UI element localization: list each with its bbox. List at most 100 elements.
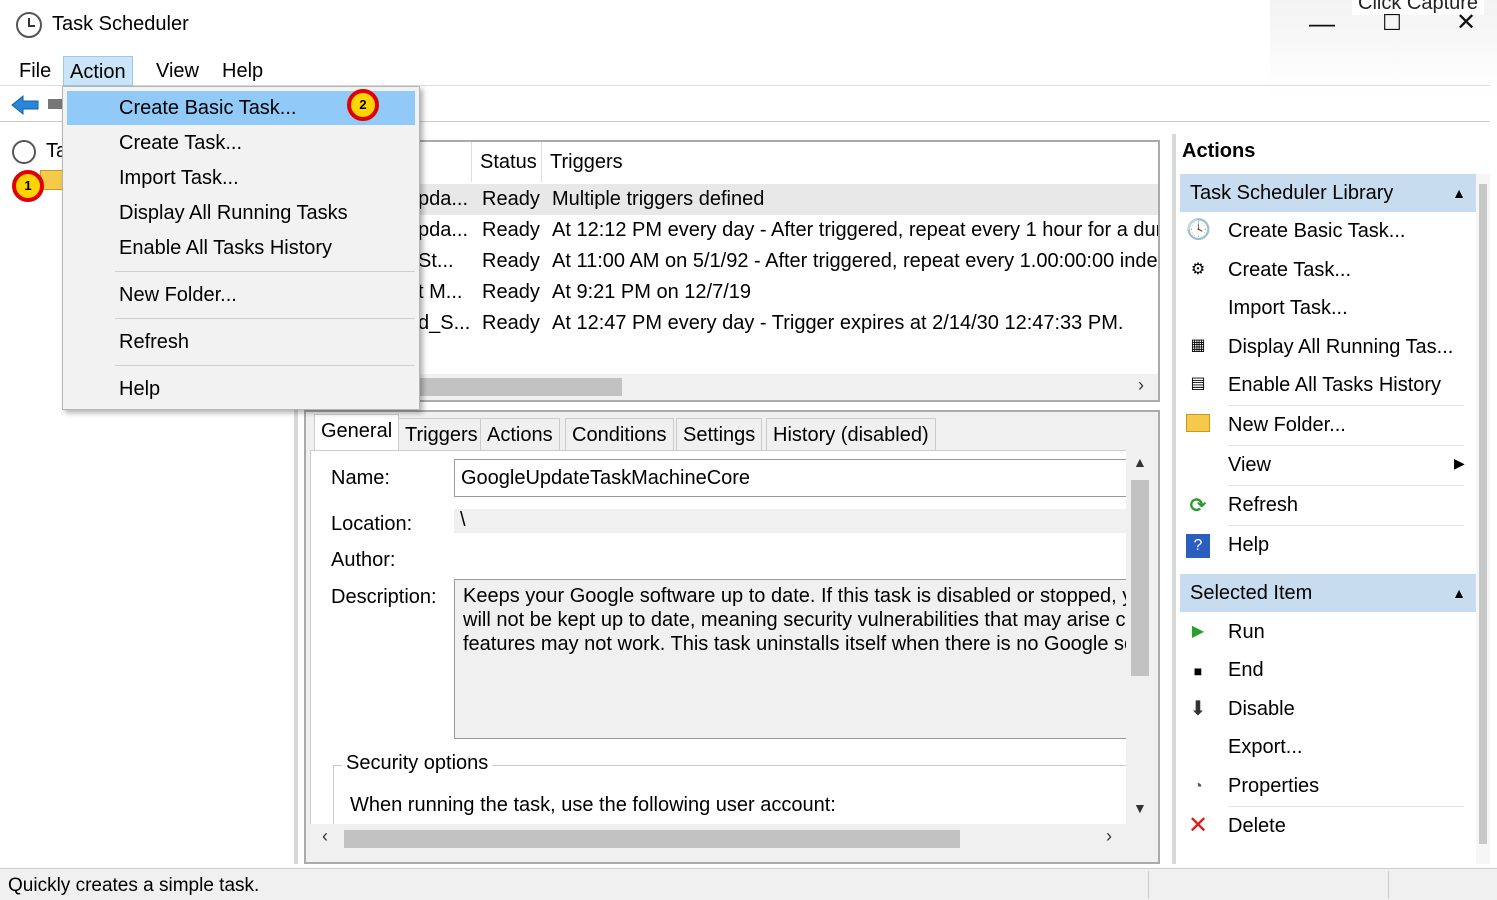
description-field[interactable]: Keeps your Google software up to date. I… [454, 579, 1130, 739]
table-row[interactable]: d_S... Ready At 12:47 PM every day - Tri… [306, 308, 1158, 339]
toolbar-icon[interactable] [48, 99, 62, 109]
task-name: pda... [418, 188, 469, 210]
actions-pane: Actions Task Scheduler Library ▲ 🕓 Creat… [1172, 134, 1490, 864]
scroll-right-icon[interactable]: › [1106, 826, 1112, 847]
scrollbar-thumb[interactable] [1131, 480, 1149, 676]
description-line: features may not work. This task uninsta… [463, 633, 1130, 655]
title-bar: Task Scheduler Click Capture — ☐ ✕ [0, 0, 1497, 110]
task-name: St... [418, 250, 454, 272]
minimize-button[interactable]: — [1304, 8, 1340, 38]
action-properties[interactable]: Properties [1228, 767, 1319, 805]
help-icon: ? [1186, 534, 1210, 558]
menu-separator [115, 365, 415, 366]
task-list: Status Triggers pda... Ready Multiple tr… [304, 140, 1160, 402]
table-row[interactable]: t M... Ready At 9:21 PM on 12/7/19 [306, 277, 1158, 308]
tab-triggers[interactable]: Triggers [398, 418, 485, 450]
task-scheduler-library-header[interactable]: Task Scheduler Library ▲ [1180, 174, 1476, 212]
status-text: Quickly creates a simple task. [8, 875, 260, 896]
running-tasks-icon: ▦ [1190, 337, 1206, 354]
scrollbar-thumb[interactable] [344, 830, 960, 848]
action-display-running-tasks[interactable]: Display All Running Tas... [1228, 328, 1453, 366]
action-new-folder[interactable]: New Folder... [1228, 406, 1346, 444]
run-icon: ▶ [1191, 623, 1205, 640]
menu-item-new-folder[interactable]: New Folder... [67, 278, 415, 312]
menu-item-create-task[interactable]: Create Task... [67, 126, 415, 160]
status-bar: Quickly creates a simple task. [0, 868, 1497, 900]
author-label: Author: [331, 549, 396, 571]
name-field[interactable]: GoogleUpdateTaskMachineCore [454, 459, 1130, 497]
table-row[interactable]: pda... Ready At 12:12 PM every day - Aft… [306, 215, 1158, 246]
action-create-task[interactable]: Create Task... [1228, 251, 1351, 289]
disable-icon: ⬇ [1189, 698, 1207, 720]
submenu-arrow-icon: ▶ [1454, 455, 1465, 471]
collapse-icon[interactable]: ▲ [1452, 574, 1466, 612]
task-trigger: Multiple triggers defined [552, 188, 765, 210]
action-create-basic-task[interactable]: Create Basic Task... [1228, 212, 1405, 250]
create-basic-task-icon: 🕓 [1186, 219, 1211, 241]
action-delete[interactable]: Delete [1228, 807, 1286, 845]
location-label: Location: [331, 513, 413, 535]
tab-general[interactable]: General [314, 414, 400, 452]
section-header-label: Task Scheduler Library [1190, 182, 1394, 204]
scroll-left-icon[interactable]: ‹ [322, 826, 328, 847]
window-title: Task Scheduler [52, 13, 189, 35]
maximize-button[interactable]: ☐ [1374, 8, 1410, 38]
action-disable[interactable]: Disable [1228, 690, 1295, 728]
tab-settings[interactable]: Settings [676, 418, 763, 450]
menu-item-help[interactable]: Help [67, 372, 415, 406]
action-import-task[interactable]: Import Task... [1228, 289, 1348, 327]
detail-vertical-scrollbar[interactable]: ▲ ▼ [1126, 450, 1154, 826]
detail-horizontal-scrollbar[interactable]: ‹ › [310, 824, 1128, 852]
action-view[interactable]: View [1228, 446, 1271, 484]
column-status-header[interactable]: Status [472, 142, 542, 182]
menu-bar: File Action View Help [0, 50, 1490, 86]
selected-item-header[interactable]: Selected Item ▲ [1180, 574, 1476, 612]
action-menu-dropdown: Create Basic Task... Create Task... Impo… [62, 86, 420, 410]
menu-view[interactable]: View [150, 56, 205, 86]
menu-action[interactable]: Action [63, 56, 133, 86]
clock-icon [16, 12, 42, 38]
action-end[interactable]: End [1228, 651, 1264, 689]
action-run[interactable]: Run [1228, 613, 1265, 651]
action-help[interactable]: Help [1228, 526, 1269, 564]
menu-file[interactable]: File [13, 56, 57, 86]
tab-conditions[interactable]: Conditions [565, 418, 674, 450]
task-trigger: At 9:21 PM on 12/7/19 [552, 281, 752, 303]
collapse-icon[interactable]: ▲ [1452, 174, 1466, 212]
description-label: Description: [331, 586, 437, 608]
scrollbar-thumb[interactable] [1479, 184, 1487, 844]
scroll-down-icon[interactable]: ▼ [1133, 800, 1147, 816]
action-export[interactable]: Export... [1228, 728, 1302, 766]
menu-item-import-task[interactable]: Import Task... [67, 161, 415, 195]
scroll-up-icon[interactable]: ▲ [1133, 454, 1147, 470]
column-triggers-header[interactable]: Triggers [542, 142, 1158, 182]
table-row[interactable]: pda... Ready Multiple triggers defined [306, 184, 1158, 215]
description-line: Keeps your Google software up to date. I… [463, 585, 1130, 607]
task-trigger: At 12:12 PM every day - After triggered,… [552, 219, 1160, 241]
task-status: Ready [482, 281, 540, 303]
actions-vertical-scrollbar[interactable] [1476, 174, 1490, 864]
menu-item-enable-history[interactable]: Enable All Tasks History [67, 231, 415, 265]
menu-separator [115, 318, 415, 319]
security-options-text: When running the task, use the following… [350, 794, 836, 816]
tab-history[interactable]: History (disabled) [766, 418, 936, 450]
action-enable-history[interactable]: Enable All Tasks History [1228, 366, 1441, 404]
location-field[interactable]: \ [454, 509, 1130, 533]
task-status: Ready [482, 188, 540, 210]
actions-pane-title: Actions [1182, 140, 1256, 162]
task-name: d_S... [418, 312, 471, 334]
menu-help[interactable]: Help [216, 56, 269, 86]
back-arrow-icon[interactable] [10, 94, 40, 116]
close-button[interactable]: ✕ [1448, 8, 1484, 38]
menu-item-display-running-tasks[interactable]: Display All Running Tasks [67, 196, 415, 230]
action-refresh[interactable]: Refresh [1228, 486, 1298, 524]
end-icon: ■ [1193, 663, 1203, 679]
task-status: Ready [482, 219, 540, 241]
task-list-horizontal-scrollbar[interactable]: › [306, 374, 1158, 400]
general-tab-content: Name: GoogleUpdateTaskMachineCore Locati… [310, 450, 1131, 841]
scroll-right-icon[interactable]: › [1138, 375, 1144, 396]
tab-actions[interactable]: Actions [480, 418, 560, 450]
menu-item-refresh[interactable]: Refresh [67, 325, 415, 359]
table-row[interactable]: St... Ready At 11:00 AM on 5/1/92 - Afte… [306, 246, 1158, 277]
task-trigger: At 12:47 PM every day - Trigger expires … [552, 312, 1124, 334]
